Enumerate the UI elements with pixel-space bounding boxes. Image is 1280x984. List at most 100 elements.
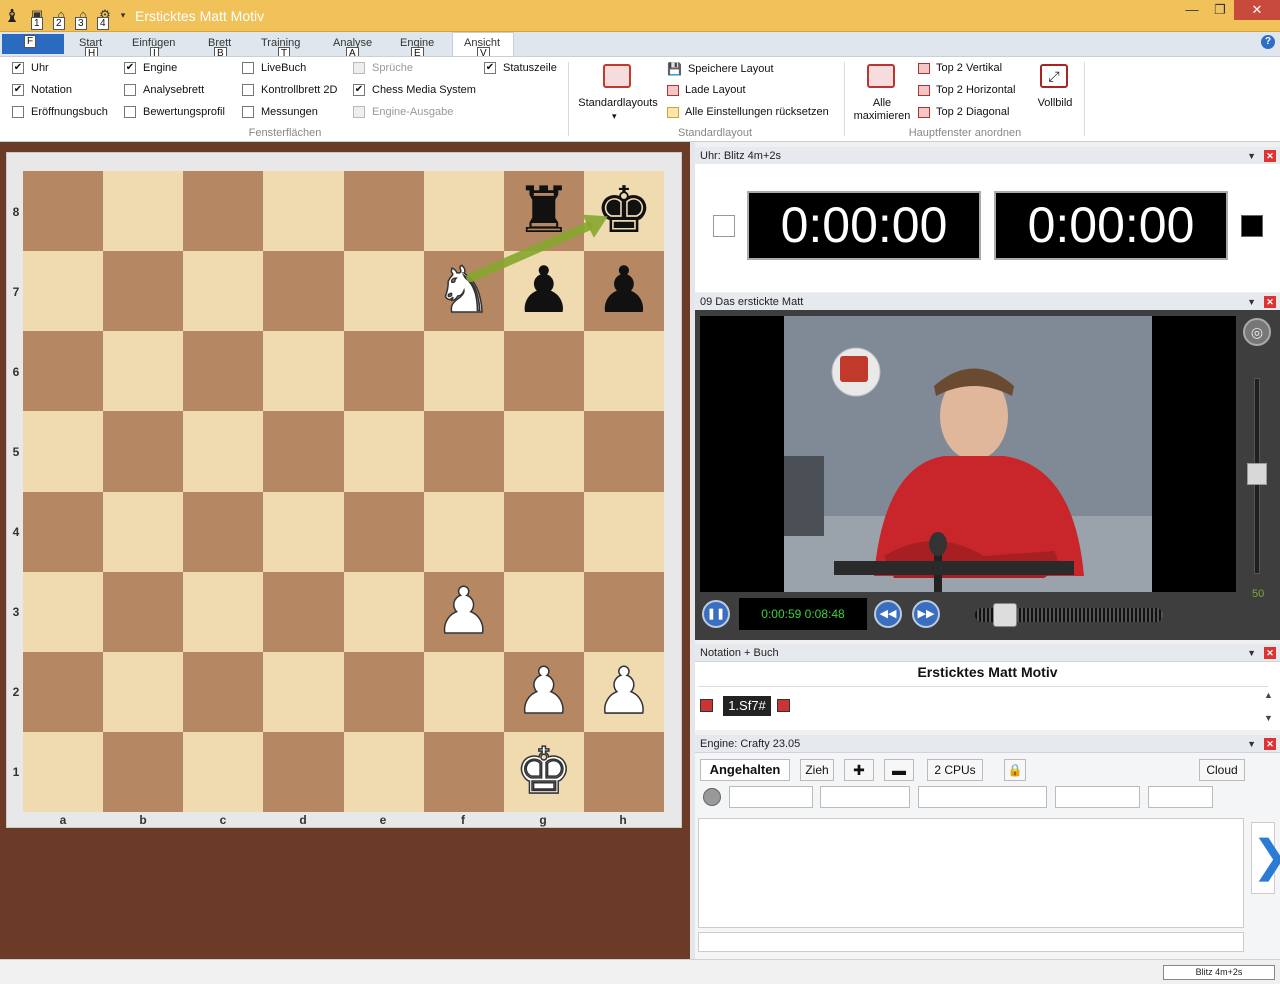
square-c7[interactable] bbox=[183, 251, 264, 332]
square-d4[interactable] bbox=[263, 491, 344, 572]
top2-diagonal-button[interactable]: Top 2 Diagonal bbox=[918, 106, 1009, 118]
top2-vertikal-button[interactable]: Top 2 Vertikal bbox=[918, 62, 1002, 74]
square-d5[interactable] bbox=[263, 411, 344, 492]
white-pawn-icon[interactable]: ♟ bbox=[424, 572, 504, 652]
quick-access-dropdown-icon[interactable]: ▾ bbox=[114, 6, 132, 24]
checkbox-box[interactable] bbox=[242, 84, 254, 96]
square-f2[interactable] bbox=[423, 651, 504, 732]
square-b6[interactable] bbox=[103, 331, 184, 412]
square-h1[interactable] bbox=[583, 731, 664, 812]
top2-horizontal-button[interactable]: Top 2 Horizontal bbox=[918, 84, 1016, 96]
black-rook-icon[interactable]: ♜ bbox=[504, 171, 584, 251]
square-h6[interactable] bbox=[583, 331, 664, 412]
square-e5[interactable] bbox=[343, 411, 424, 492]
square-f1[interactable] bbox=[423, 731, 504, 812]
add-line-icon[interactable]: ✚ bbox=[844, 759, 874, 781]
lade-layout-button[interactable]: Lade Layout bbox=[667, 84, 746, 96]
square-c5[interactable] bbox=[183, 411, 264, 492]
panel-menu-icon[interactable]: ▼ bbox=[1247, 644, 1256, 662]
square-f4[interactable] bbox=[423, 491, 504, 572]
checkbox-box[interactable]: ✔ bbox=[124, 62, 136, 74]
panel-close-icon[interactable]: ✕ bbox=[1264, 647, 1276, 659]
square-d7[interactable] bbox=[263, 251, 344, 332]
scroll-down-icon[interactable]: ▼ bbox=[1264, 713, 1273, 723]
square-e3[interactable] bbox=[343, 571, 424, 652]
cloud-button[interactable]: Cloud bbox=[1199, 759, 1245, 781]
app-logo-icon[interactable]: ♝ bbox=[4, 6, 20, 26]
square-g1[interactable]: ♚ bbox=[503, 731, 584, 812]
checkbox-livebuch[interactable]: LiveBuch bbox=[242, 62, 306, 74]
square-c8[interactable] bbox=[183, 171, 264, 252]
maximize-all-label-2[interactable]: maximieren bbox=[850, 110, 914, 123]
square-c6[interactable] bbox=[183, 331, 264, 412]
standardlayouts-button[interactable]: Standardlayouts bbox=[572, 97, 664, 110]
checkbox-box[interactable]: ✔ bbox=[484, 62, 496, 74]
checkbox-box[interactable] bbox=[12, 106, 24, 118]
square-a4[interactable] bbox=[23, 491, 104, 572]
square-b7[interactable] bbox=[103, 251, 184, 332]
engine-next-icon[interactable]: ❯ bbox=[1251, 822, 1280, 894]
square-g6[interactable] bbox=[503, 331, 584, 412]
checkbox-messungen[interactable]: Messungen bbox=[242, 106, 318, 118]
move-1[interactable]: 1.Sf7# bbox=[723, 696, 771, 716]
checkbox-box[interactable] bbox=[124, 84, 136, 96]
square-f6[interactable] bbox=[423, 331, 504, 412]
square-g5[interactable] bbox=[503, 411, 584, 492]
speichere-layout-button[interactable]: 💾 Speichere Layout bbox=[667, 62, 774, 76]
square-e7[interactable] bbox=[343, 251, 424, 332]
square-g8[interactable]: ♜ bbox=[503, 171, 584, 252]
square-b4[interactable] bbox=[103, 491, 184, 572]
square-h2[interactable]: ♟ bbox=[583, 651, 664, 732]
black-pawn-icon[interactable]: ♟ bbox=[504, 251, 584, 331]
chess-board[interactable]: ♜ ♚ ♞ ♟ ♟ ♟ ♟ ♟ ♚ bbox=[23, 171, 664, 812]
square-d6[interactable] bbox=[263, 331, 344, 412]
checkbox-engine[interactable]: ✔ Engine bbox=[124, 62, 177, 74]
panel-close-icon[interactable]: ✕ bbox=[1264, 296, 1276, 308]
checkbox-eroeffnungsbuch[interactable]: Eröffnungsbuch bbox=[12, 106, 108, 118]
checkbox-box[interactable]: ✔ bbox=[353, 84, 365, 96]
panel-menu-icon[interactable]: ▼ bbox=[1247, 735, 1256, 753]
chevron-down-icon[interactable]: ▾ bbox=[612, 110, 617, 123]
square-e1[interactable] bbox=[343, 731, 424, 812]
square-b3[interactable] bbox=[103, 571, 184, 652]
square-g7[interactable]: ♟ bbox=[503, 251, 584, 332]
square-a2[interactable] bbox=[23, 651, 104, 732]
square-c1[interactable] bbox=[183, 731, 264, 812]
checkbox-box[interactable] bbox=[124, 106, 136, 118]
panel-close-icon[interactable]: ✕ bbox=[1264, 738, 1276, 750]
standardlayouts-icon[interactable] bbox=[603, 64, 631, 88]
square-e2[interactable] bbox=[343, 651, 424, 732]
checkbox-notation[interactable]: ✔ Notation bbox=[12, 84, 72, 96]
checkbox-analysebrett[interactable]: Analysebrett bbox=[124, 84, 204, 96]
square-f7[interactable]: ♞ bbox=[423, 251, 504, 332]
maximize-all-label-1[interactable]: Alle bbox=[850, 97, 914, 110]
checkbox-uhr[interactable]: ✔ Uhr bbox=[12, 62, 49, 74]
engine-stopped-button[interactable]: Angehalten bbox=[700, 759, 790, 781]
close-button[interactable]: ✕ bbox=[1234, 0, 1280, 20]
pause-button[interactable]: ❚❚ bbox=[702, 600, 730, 628]
square-a6[interactable] bbox=[23, 331, 104, 412]
reset-settings-button[interactable]: Alle Einstellungen rücksetzen bbox=[667, 106, 829, 118]
fullscreen-button[interactable]: Vollbild bbox=[1030, 97, 1080, 110]
checkbox-statuszeile[interactable]: ✔ Statuszeile bbox=[484, 62, 557, 74]
square-f8[interactable] bbox=[423, 171, 504, 252]
white-pawn-icon[interactable]: ♟ bbox=[504, 652, 584, 732]
panel-close-icon[interactable]: ✕ bbox=[1264, 150, 1276, 162]
engine-move-button[interactable]: Zieh bbox=[800, 759, 834, 781]
scroll-up-icon[interactable]: ▲ bbox=[1264, 690, 1273, 700]
square-a7[interactable] bbox=[23, 251, 104, 332]
fullscreen-icon[interactable]: ⤢ bbox=[1040, 64, 1068, 88]
square-a5[interactable] bbox=[23, 411, 104, 492]
square-h5[interactable] bbox=[583, 411, 664, 492]
square-d8[interactable] bbox=[263, 171, 344, 252]
maximize-button[interactable]: ❐ bbox=[1206, 0, 1234, 20]
panel-menu-icon[interactable]: ▼ bbox=[1247, 293, 1256, 311]
square-e4[interactable] bbox=[343, 491, 424, 572]
square-c4[interactable] bbox=[183, 491, 264, 572]
square-e6[interactable] bbox=[343, 331, 424, 412]
square-a8[interactable] bbox=[23, 171, 104, 252]
checkbox-box[interactable] bbox=[242, 62, 254, 74]
square-g4[interactable] bbox=[503, 491, 584, 572]
lock-icon[interactable]: 🔒 bbox=[1004, 759, 1026, 781]
square-d1[interactable] bbox=[263, 731, 344, 812]
